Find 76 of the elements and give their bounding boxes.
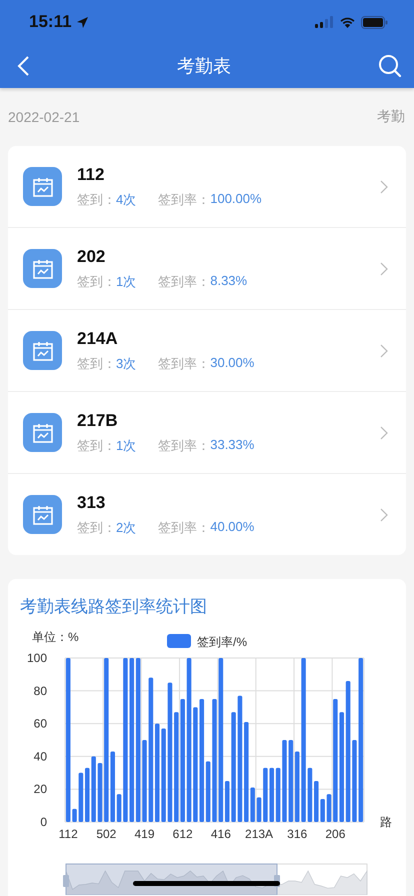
bar (72, 808, 77, 822)
chart-legend: 签到率/% (167, 634, 248, 649)
route-name: 214A (77, 328, 119, 348)
axis-name: 路 (380, 815, 392, 829)
y-axis-label: 60 (34, 716, 47, 731)
rate-label: 签到率： (158, 354, 210, 372)
rate-value: 40.00% (210, 518, 254, 536)
y-axis-label: 100 (26, 651, 47, 665)
checkin-label: 签到： (77, 272, 116, 290)
page-title: 考勤表 (176, 55, 232, 78)
checkin-label: 签到： (77, 436, 116, 454)
rate-label: 签到率： (158, 518, 210, 536)
x-axis-label: 612 (172, 827, 193, 841)
date-label: 2022-02-21 (8, 109, 80, 125)
bar (116, 794, 122, 822)
x-axis-label: 213A (245, 827, 274, 841)
route-name: 112 (77, 164, 106, 184)
chevron-icon (380, 508, 388, 522)
calendar-chart-icon (23, 249, 62, 288)
checkin-label: 签到： (77, 518, 116, 536)
route-row[interactable]: 112 签到：4次 签到率：100.00% (8, 146, 406, 228)
legend-label: 签到率/% (197, 635, 248, 649)
location-arrow-icon (76, 16, 89, 28)
wifi-icon (339, 16, 356, 28)
calendar-chart-icon (23, 167, 62, 206)
battery-icon (361, 16, 388, 28)
chevron-icon (380, 344, 388, 358)
y-axis-label: 80 (34, 684, 47, 698)
x-axis-label: 502 (96, 827, 116, 841)
route-name: 217B (77, 410, 119, 430)
checkin-count: 4次 (116, 190, 136, 208)
checkin-count: 3次 (116, 354, 136, 372)
x-axis-label: 112 (58, 827, 78, 841)
rate-value: 33.33% (210, 436, 254, 454)
rate-label: 签到率： (158, 272, 210, 290)
signal-icon (315, 16, 334, 28)
rate-value: 100.00% (210, 190, 262, 208)
bar (308, 768, 312, 822)
calendar-chart-icon (23, 495, 62, 534)
rate-label: 签到率： (158, 436, 210, 454)
chevron-icon (380, 262, 388, 276)
checkin-label: 签到： (77, 354, 116, 372)
checkin-count: 1次 (116, 436, 136, 454)
bar (98, 762, 102, 822)
rate-value: 8.33% (210, 272, 248, 290)
x-axis-label: 206 (325, 827, 346, 841)
route-row[interactable]: 217B 签到：1次 签到率：33.33% (8, 392, 406, 474)
checkin-count: 2次 (116, 518, 136, 536)
route-row[interactable]: 313 签到：2次 签到率：40.00% (8, 474, 406, 555)
checkin-label: 签到： (77, 190, 116, 208)
route-name: 313 (77, 492, 106, 512)
y-axis-label: 40 (34, 749, 47, 764)
chevron-icon (380, 180, 388, 194)
x-axis-label: 416 (210, 827, 231, 841)
x-axis-label: 419 (134, 827, 155, 841)
rate-label: 签到率： (158, 190, 210, 208)
x-axis-label: 316 (287, 827, 308, 841)
back-button[interactable] (16, 55, 30, 77)
y-axis-label: 20 (34, 782, 47, 796)
data-zoom-slider[interactable] (63, 864, 368, 895)
status-time: 15:11 (29, 12, 72, 32)
checkin-count: 1次 (116, 272, 136, 290)
search-button[interactable] (378, 54, 402, 78)
bar (326, 794, 332, 822)
calendar-chart-icon (23, 331, 62, 370)
y-axis-label: 0 (40, 815, 47, 829)
unit-label: 单位：% (32, 630, 79, 644)
rate-value: 30.00% (210, 354, 254, 372)
chevron-icon (380, 426, 388, 440)
route-name: 202 (77, 246, 106, 266)
route-row[interactable]: 214A 签到：3次 签到率：30.00% (8, 310, 406, 392)
route-row[interactable]: 202 签到：1次 签到率：8.33% (8, 228, 406, 310)
chart-title: 考勤表线路签到率统计图 (19, 596, 208, 618)
calendar-chart-icon (23, 413, 62, 452)
attendance-label: 考勤 (377, 108, 405, 126)
bar (256, 797, 262, 822)
